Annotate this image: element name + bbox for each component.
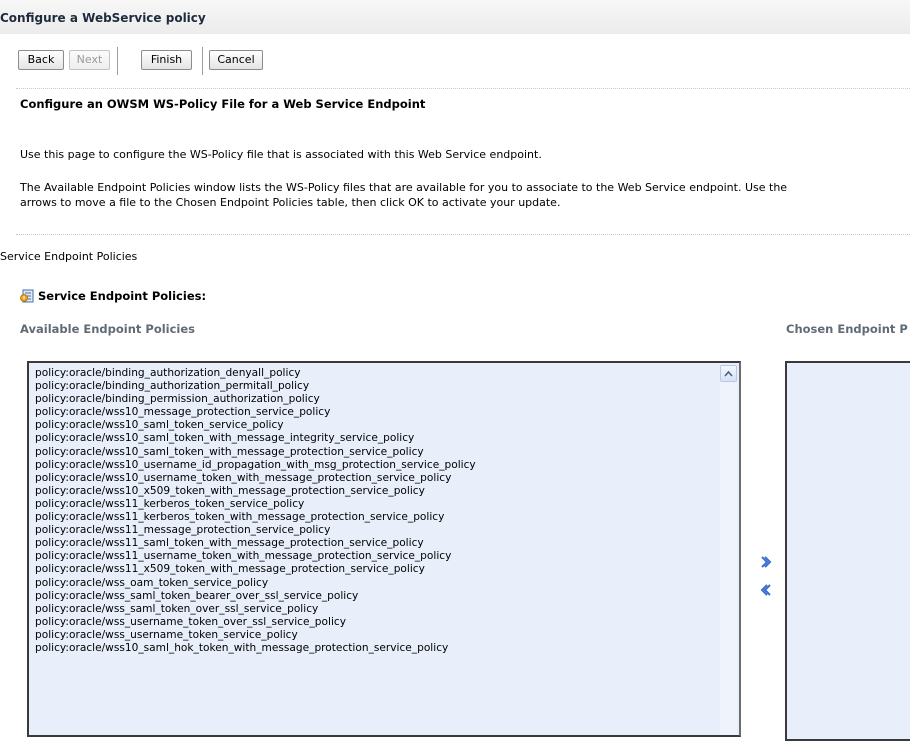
cancel-button[interactable]: Cancel: [209, 50, 263, 70]
list-item[interactable]: policy:oracle/wss11_message_protection_s…: [35, 524, 739, 537]
service-endpoint-policies-header: Service Endpoint Policies:: [20, 289, 206, 303]
list-item[interactable]: policy:oracle/wss10_saml_token_with_mess…: [35, 432, 739, 445]
list-item[interactable]: policy:oracle/wss11_kerberos_token_servi…: [35, 498, 739, 511]
list-item[interactable]: policy:oracle/binding_permission_authori…: [35, 393, 739, 406]
list-item[interactable]: policy:oracle/wss11_saml_token_with_mess…: [35, 537, 739, 550]
page-title: Configure a WebService policy: [0, 11, 206, 25]
list-item[interactable]: policy:oracle/wss_saml_token_bearer_over…: [35, 590, 739, 603]
double-chevron-right-icon[interactable]: [760, 555, 772, 569]
list-item[interactable]: policy:oracle/wss10_message_protection_s…: [35, 406, 739, 419]
available-policies-header: Available Endpoint Policies: [20, 322, 196, 336]
list-item[interactable]: policy:oracle/wss10_username_id_propagat…: [35, 459, 739, 472]
list-item[interactable]: policy:oracle/wss11_x509_token_with_mess…: [35, 563, 739, 576]
intro-text: Use this page to configure the WS-Policy…: [20, 148, 542, 161]
toolbar-separator: [202, 47, 203, 75]
instructions-line-1: The Available Endpoint Policies window l…: [20, 181, 788, 194]
service-endpoint-policies-label: Service Endpoint Policies: [0, 250, 138, 263]
list-item[interactable]: policy:oracle/binding_authorization_perm…: [35, 380, 739, 393]
policy-form-icon: [20, 289, 34, 303]
list-item[interactable]: policy:oracle/wss10_saml_hok_token_with_…: [35, 642, 739, 655]
list-item[interactable]: policy:oracle/wss_username_token_service…: [35, 629, 739, 642]
list-item[interactable]: policy:oracle/wss10_saml_token_service_p…: [35, 419, 739, 432]
double-chevron-left-icon[interactable]: [760, 583, 772, 597]
next-button[interactable]: Next: [69, 50, 110, 70]
divider: [16, 234, 910, 235]
back-button[interactable]: Back: [18, 50, 64, 70]
section-heading: Configure an OWSM WS-Policy File for a W…: [20, 97, 426, 111]
list-item[interactable]: policy:oracle/wss_oam_token_service_poli…: [35, 577, 739, 590]
list-item[interactable]: policy:oracle/wss10_x509_token_with_mess…: [35, 485, 739, 498]
list-item[interactable]: policy:oracle/wss_username_token_over_ss…: [35, 616, 739, 629]
list-item[interactable]: policy:oracle/wss11_username_token_with_…: [35, 550, 739, 563]
instructions-line-2: arrows to move a file to the Chosen Endp…: [20, 196, 561, 209]
divider: [16, 88, 910, 89]
chosen-policies-list[interactable]: [785, 361, 910, 741]
scroll-up-arrow-icon[interactable]: [720, 365, 737, 382]
finish-button[interactable]: Finish: [141, 50, 192, 70]
list-item[interactable]: policy:oracle/binding_authorization_deny…: [35, 367, 739, 380]
available-policies-list[interactable]: policy:oracle/binding_authorization_deny…: [27, 361, 741, 737]
list-item[interactable]: policy:oracle/wss11_kerberos_token_with_…: [35, 511, 739, 524]
list-item[interactable]: policy:oracle/wss_saml_token_over_ssl_se…: [35, 603, 739, 616]
toolbar-separator: [117, 47, 118, 75]
vertical-scrollbar[interactable]: [720, 365, 737, 735]
list-item[interactable]: policy:oracle/wss10_username_token_with_…: [35, 472, 739, 485]
list-item[interactable]: policy:oracle/wss10_saml_token_with_mess…: [35, 446, 739, 459]
section-title: Service Endpoint Policies:: [38, 289, 207, 303]
chosen-policies-header: Chosen Endpoint P: [786, 322, 908, 336]
title-bar: Configure a WebService policy: [0, 0, 910, 34]
